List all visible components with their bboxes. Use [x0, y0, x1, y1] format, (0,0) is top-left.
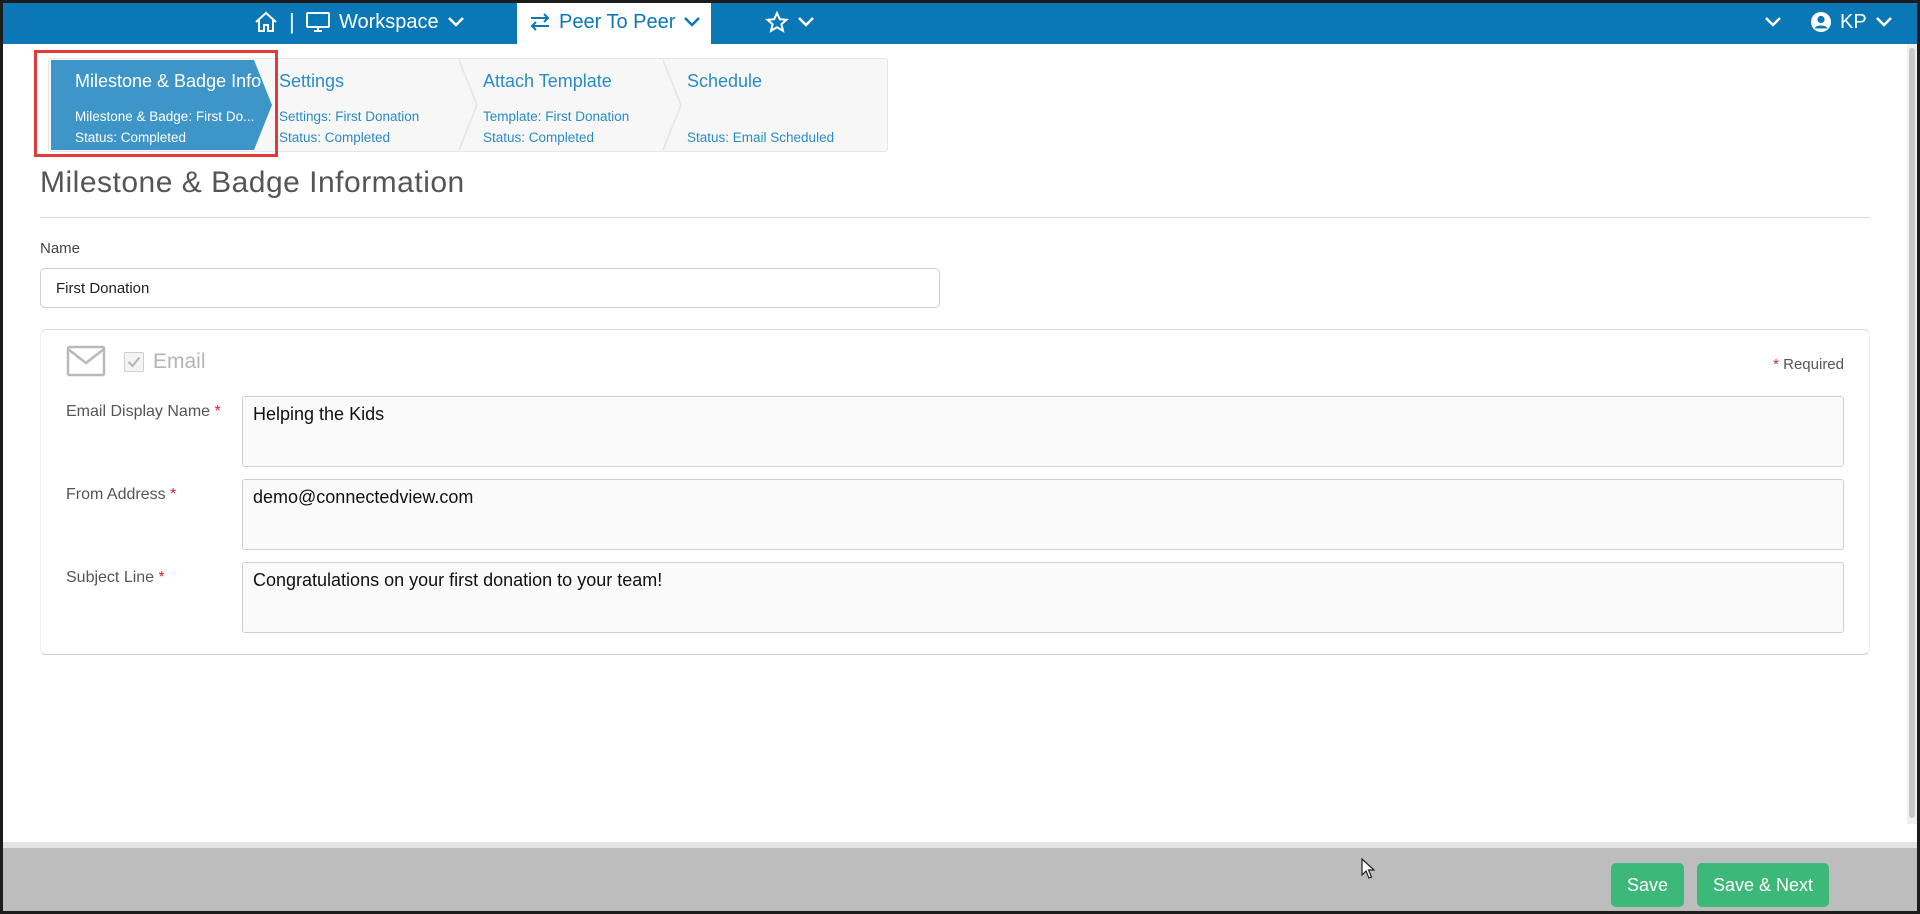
- step-divider: [662, 59, 682, 151]
- nav-separator: |: [289, 9, 295, 34]
- user-initials: KP: [1840, 10, 1867, 33]
- favorites-menu[interactable]: [765, 0, 815, 44]
- field-label-text: Email Display Name: [66, 403, 211, 420]
- step-status: Status: Completed: [483, 130, 595, 145]
- step-status: Status: Email Scheduled: [687, 130, 835, 145]
- required-star: *: [214, 403, 221, 420]
- envelope-icon: [66, 345, 106, 377]
- chevron-down-icon: [1765, 17, 1781, 27]
- chevron-down-icon: [798, 17, 814, 27]
- email-panel: Email * Required Email Display Name * He…: [40, 329, 1870, 655]
- active-step-highlight: [34, 50, 278, 157]
- save-button[interactable]: Save: [1611, 863, 1684, 907]
- chevron-down-icon: [684, 17, 701, 27]
- check-icon: [127, 356, 141, 368]
- footer-bar: Save Save & Next: [0, 842, 1920, 914]
- email-checkbox[interactable]: [124, 352, 144, 372]
- step-detail: Template: First Donation: [483, 109, 630, 124]
- mouse-cursor-icon: [1361, 858, 1375, 879]
- required-star: *: [1773, 356, 1779, 373]
- monitor-icon: [306, 12, 330, 32]
- required-text: Required: [1783, 356, 1844, 373]
- user-menu[interactable]: KP: [1810, 0, 1893, 44]
- email-section-label: Email: [153, 350, 206, 373]
- save-and-next-button[interactable]: Save & Next: [1697, 863, 1829, 907]
- step-title: Attach Template: [483, 71, 612, 91]
- workspace-menu[interactable]: Workspace: [305, 0, 465, 44]
- field-label-text: From Address: [66, 486, 166, 503]
- required-star: *: [170, 486, 177, 503]
- email-display-name-field[interactable]: Helping the Kids: [242, 396, 1844, 467]
- user-circle-icon: [1811, 12, 1831, 32]
- tab-peer-to-peer[interactable]: Peer To Peer: [517, 0, 711, 44]
- subject-line-label: Subject Line *: [66, 569, 165, 587]
- workspace-label: Workspace: [339, 10, 439, 33]
- transfer-arrows-icon: [530, 13, 550, 31]
- required-note: * Required: [1773, 356, 1844, 373]
- name-label: Name: [40, 240, 81, 257]
- peer-to-peer-label: Peer To Peer: [559, 10, 676, 33]
- step-divider: [458, 59, 478, 151]
- chevron-down-icon: [1875, 17, 1892, 27]
- required-star: *: [158, 569, 165, 586]
- subject-line-field[interactable]: Congratulations on your first donation t…: [242, 562, 1844, 633]
- field-label-text: Subject Line: [66, 569, 155, 586]
- step-title: Schedule: [687, 71, 763, 91]
- step-detail: Settings: First Donation: [279, 109, 420, 124]
- home-button[interactable]: [253, 0, 279, 44]
- step-status: Status: Completed: [279, 130, 391, 145]
- top-nav: | Workspace Peer To Peer KP: [0, 0, 1920, 44]
- from-address-label: From Address *: [66, 486, 176, 504]
- home-icon: [255, 11, 277, 32]
- star-icon: [765, 11, 789, 33]
- from-address-field[interactable]: demo@connectedview.com: [242, 479, 1844, 550]
- chevron-down-icon: [447, 17, 464, 27]
- display-name-label: Email Display Name *: [66, 403, 221, 421]
- page-title: Milestone & Badge Information: [40, 166, 465, 199]
- scrollbar-thumb[interactable]: [1909, 48, 1915, 818]
- step-title: Settings: [279, 71, 345, 91]
- nav-dropdown[interactable]: [1764, 0, 1782, 44]
- vertical-scrollbar[interactable]: [1907, 44, 1917, 824]
- divider: [40, 217, 1870, 218]
- name-input[interactable]: [40, 268, 940, 308]
